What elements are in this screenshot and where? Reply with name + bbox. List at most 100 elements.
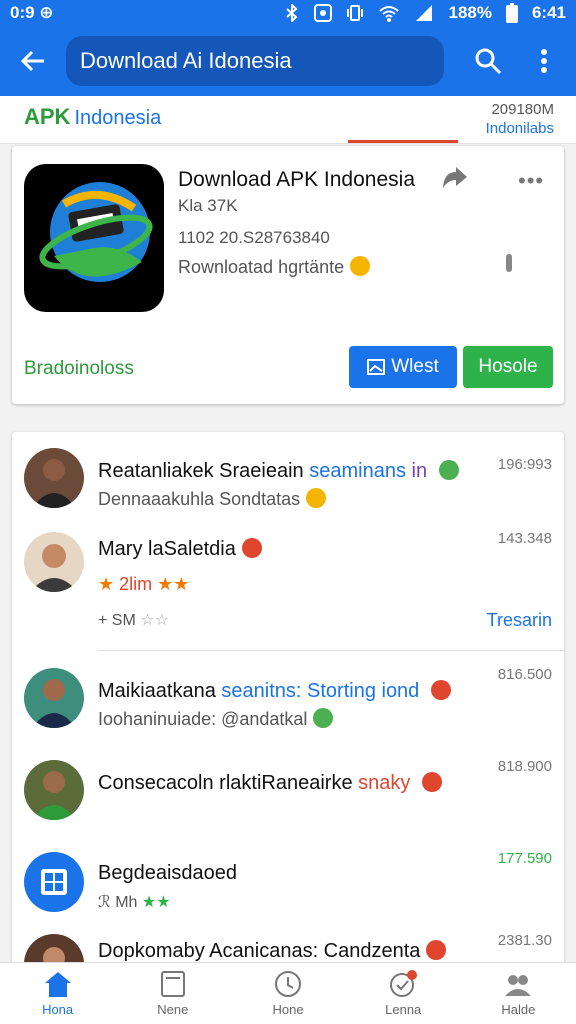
list-item-subtitle: Dennaaakuhla Sondtatas bbox=[98, 488, 327, 510]
avatar bbox=[24, 668, 84, 728]
tools-icon bbox=[241, 538, 262, 558]
clock-icon bbox=[275, 971, 301, 997]
app-list: Reatanliakek Sraeieain seaminans in Denn… bbox=[12, 432, 564, 972]
downloads-label: Bradoinoloss bbox=[24, 358, 134, 379]
list-item-title-tail: in bbox=[411, 460, 428, 482]
app-subtitle: Kla 37K bbox=[178, 196, 238, 215]
list-item[interactable]: Begdeaisdaoed ℛ Mh ★★ 177.590 bbox=[12, 838, 564, 930]
list-item[interactable]: Maikiaatkana seanitns: Storting iond Ioo… bbox=[12, 654, 564, 746]
search-input[interactable]: Download Ai Idonesia bbox=[66, 36, 444, 86]
wifi-icon bbox=[379, 6, 400, 22]
secondary-action-label: Hosole bbox=[478, 356, 538, 377]
list-item-subtitle-text: Dennaaakuhla Sondtatas bbox=[98, 489, 301, 509]
nav-updates[interactable]: Lenna bbox=[346, 963, 461, 1024]
nav-profile[interactable]: Halde bbox=[461, 963, 576, 1024]
app-bar: Download Ai Idonesia bbox=[0, 26, 576, 96]
star-outline-icon: ☆☆ bbox=[135, 612, 169, 629]
plus-icon: + bbox=[98, 612, 112, 629]
grid-app-icon bbox=[24, 852, 84, 912]
list-item-title: Reatanliakek Sraeieain seaminans in bbox=[98, 460, 459, 483]
list-item-count: 143.348 bbox=[497, 530, 552, 547]
list-item-link[interactable]: Tresarin bbox=[487, 610, 552, 631]
nav-news[interactable]: Nene bbox=[115, 963, 230, 1024]
nav-updates-label: Lenna bbox=[385, 1002, 422, 1017]
list-item-title: Dopkomaby Acanicanas: Candzenta bbox=[98, 940, 447, 963]
signal-icon bbox=[416, 5, 433, 21]
battery-text: 188% bbox=[448, 3, 492, 22]
list-item[interactable]: Mary laSaletdia ★ 2lim ★★ + SM ☆☆ 143.34… bbox=[12, 522, 564, 648]
brand-apk: APK bbox=[24, 104, 71, 129]
list-item-subtitle: Ioohaninuiade: @andatkal bbox=[98, 708, 334, 730]
primary-action-button[interactable]: Wlest bbox=[349, 346, 457, 388]
list-item-count: 816.500 bbox=[497, 666, 552, 683]
nav-home[interactable]: Hona bbox=[0, 963, 115, 1024]
bottom-navigation: Hona Nene Hone Lenna Halde bbox=[0, 962, 576, 1024]
list-item[interactable]: Consecacoln rlaktiRaneairke snaky 818.90… bbox=[12, 746, 564, 838]
search-icon bbox=[475, 48, 502, 75]
leaf-icon bbox=[313, 708, 334, 728]
list-item-title: Begdeaisdaoed bbox=[98, 862, 238, 884]
avatar bbox=[24, 448, 84, 508]
wrench-icon: ℛ bbox=[98, 894, 116, 911]
back-button[interactable] bbox=[0, 26, 66, 96]
app-meta: 1102 20.S28763840 bbox=[178, 228, 330, 247]
tab-indicator bbox=[348, 140, 458, 143]
size-text: SM bbox=[111, 612, 136, 629]
more-horiz-icon[interactable]: ••• bbox=[518, 168, 544, 194]
tools-icon bbox=[421, 772, 442, 792]
size-text: Mh bbox=[115, 894, 138, 911]
smiley-icon bbox=[306, 488, 327, 508]
list-item-title-text: Maikiaatkana bbox=[98, 680, 216, 702]
profile-icon bbox=[505, 975, 532, 996]
image-icon bbox=[367, 359, 386, 375]
app-description-text: Rownloatad hgrtänte bbox=[178, 257, 345, 277]
avatar bbox=[24, 532, 84, 592]
brand-name: Indonesia bbox=[74, 107, 162, 129]
nav-home-label: Hona bbox=[42, 1002, 74, 1017]
share-button[interactable] bbox=[440, 166, 468, 197]
list-item-title-text: Reatanliakek Sraeieain bbox=[98, 460, 304, 482]
list-item-subtitle-text: Ioohaninuiade: @andatkal bbox=[98, 709, 308, 729]
news-icon bbox=[160, 971, 185, 997]
meta-row: ℛ Mh ★★ bbox=[98, 892, 171, 912]
app-logo bbox=[24, 164, 164, 312]
header-meta-line2[interactable]: Indonilabs bbox=[486, 119, 554, 138]
list-item-title: Mary laSaletdia bbox=[98, 538, 262, 561]
home-icon bbox=[44, 972, 71, 997]
nav-history[interactable]: Hone bbox=[230, 963, 345, 1024]
status-bar: 0:9 ⊕ 188% 6:41 bbox=[0, 0, 576, 26]
search-button[interactable] bbox=[460, 26, 516, 96]
list-item-title-text: Mary laSaletdia bbox=[98, 538, 236, 560]
overflow-menu-button[interactable] bbox=[516, 26, 572, 96]
updates-icon bbox=[390, 970, 418, 997]
vibrate-icon bbox=[347, 5, 364, 21]
list-item-count: 818.900 bbox=[497, 758, 552, 775]
list-item-title-accent: snaky bbox=[358, 772, 411, 794]
star-icon: ★★ bbox=[137, 894, 171, 911]
list-item-count: 196:993 bbox=[497, 456, 552, 473]
list-item-title-accent: seaminans bbox=[309, 460, 406, 482]
list-item-title-accent: seanitns: Storting iond bbox=[221, 680, 420, 702]
more-vert-icon bbox=[541, 49, 547, 73]
share-icon bbox=[443, 167, 467, 188]
primary-action-label: Wlest bbox=[391, 356, 439, 377]
secondary-action-button[interactable]: Hosole bbox=[463, 346, 553, 388]
bluetooth-icon bbox=[286, 4, 298, 22]
app-title: Download APK Indonesia bbox=[178, 168, 415, 191]
nav-profile-label: Halde bbox=[501, 1002, 536, 1017]
nav-news-label: Nene bbox=[157, 1002, 189, 1017]
leaf-icon bbox=[438, 460, 459, 480]
app-card[interactable]: Download APK Indonesia ••• Kla 37K 1102 … bbox=[12, 146, 564, 404]
avatar bbox=[24, 760, 84, 820]
status-time-left: 0:9 ⊕ bbox=[10, 3, 54, 22]
arrow-back-icon bbox=[20, 50, 44, 72]
app-description: Rownloatad hgrtänte bbox=[178, 256, 371, 278]
smiley-icon bbox=[350, 256, 371, 276]
status-time-right: 6:41 bbox=[531, 3, 566, 22]
header-meta: 209180M Indonilabs bbox=[486, 100, 554, 138]
nav-history-label: Hone bbox=[272, 1002, 304, 1017]
scroll-handle bbox=[506, 254, 512, 272]
list-item-title: Maikiaatkana seanitns: Storting iond bbox=[98, 680, 451, 703]
list-item[interactable]: Reatanliakek Sraeieain seaminans in Denn… bbox=[12, 432, 564, 522]
battery-icon bbox=[505, 3, 518, 23]
